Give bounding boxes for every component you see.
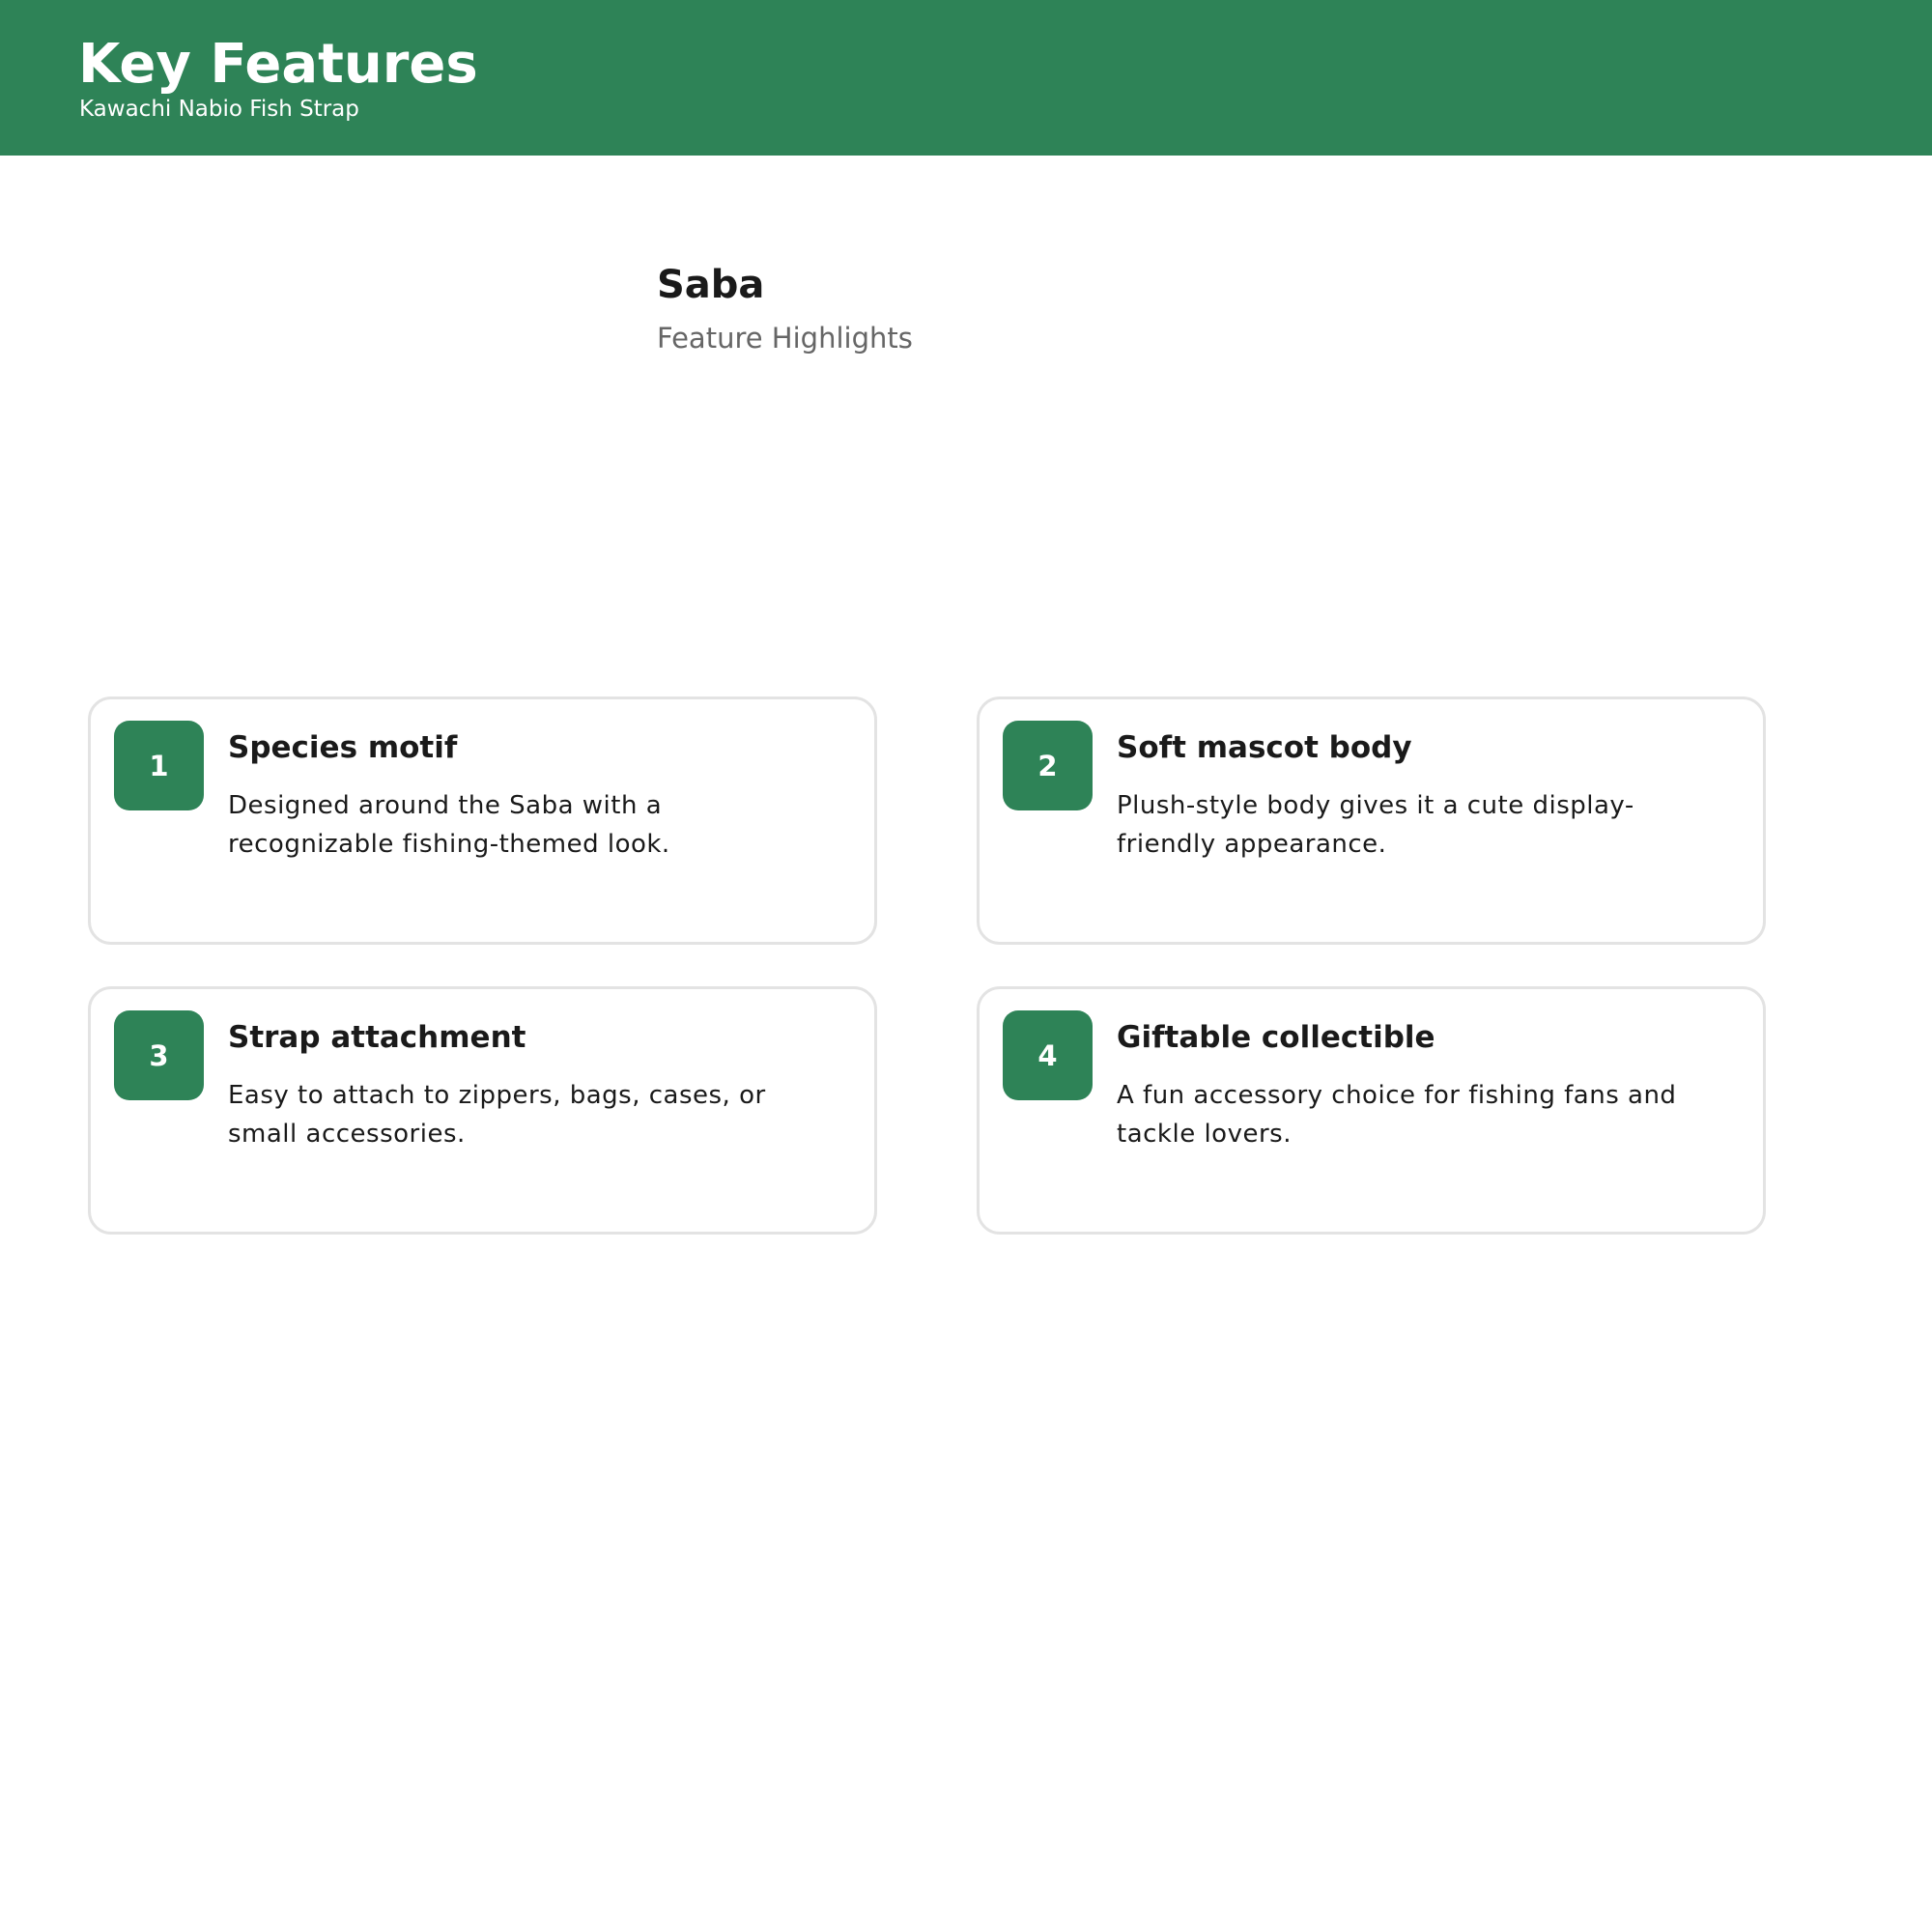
- page-title: Key Features: [78, 33, 478, 96]
- feature-card-4: 4 Giftable collectible A fun accessory c…: [977, 986, 1766, 1235]
- page-header: Key Features Kawachi Nabio Fish Strap: [0, 0, 1932, 156]
- feature-description: Plush-style body gives it a cute display…: [1117, 791, 1634, 859]
- feature-title: Species motif: [228, 730, 458, 765]
- feature-number-badge: 3: [114, 1010, 204, 1100]
- feature-title: Giftable collectible: [1117, 1020, 1435, 1055]
- feature-description: Designed around the Saba with a recogniz…: [228, 791, 670, 859]
- section-label: Feature Highlights: [657, 322, 913, 355]
- feature-card-3: 3 Strap attachment Easy to attach to zip…: [88, 986, 877, 1235]
- feature-description: Easy to attach to zippers, bags, cases, …: [228, 1081, 766, 1149]
- feature-number-badge: 1: [114, 721, 204, 810]
- feature-card-2: 2 Soft mascot body Plush-style body give…: [977, 696, 1766, 945]
- feature-number-badge: 4: [1003, 1010, 1093, 1100]
- feature-title: Strap attachment: [228, 1020, 526, 1055]
- feature-card-1: 1 Species motif Designed around the Saba…: [88, 696, 877, 945]
- feature-description: A fun accessory choice for fishing fans …: [1117, 1081, 1677, 1149]
- product-name: Saba: [657, 263, 765, 307]
- page-subtitle: Kawachi Nabio Fish Strap: [79, 97, 359, 122]
- feature-number-badge: 2: [1003, 721, 1093, 810]
- feature-title: Soft mascot body: [1117, 730, 1412, 765]
